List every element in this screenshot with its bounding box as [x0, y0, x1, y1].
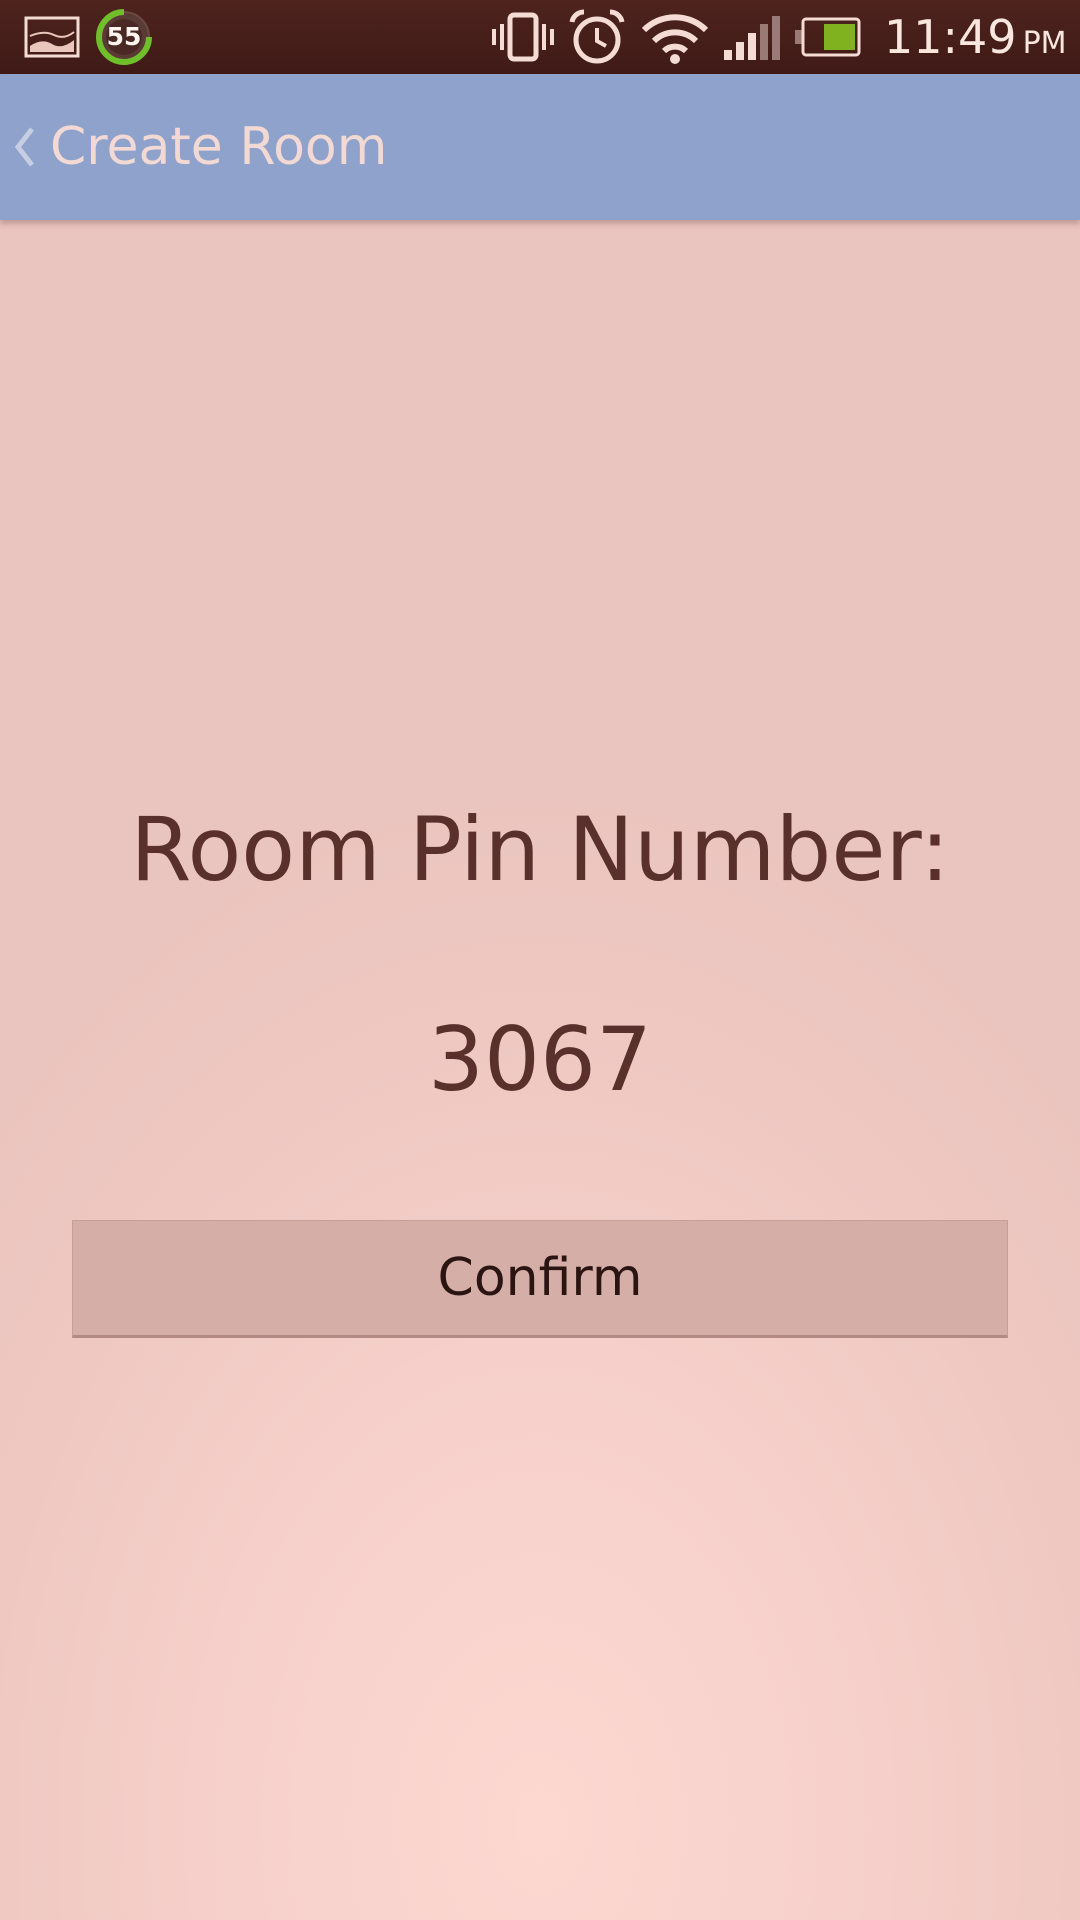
battery-icon [795, 17, 861, 57]
back-chevron-icon[interactable] [12, 126, 36, 168]
pin-value: 3067 [428, 1008, 652, 1111]
confirm-button[interactable]: Confirm [72, 1220, 1008, 1338]
clock-ampm: PM [1022, 26, 1067, 61]
gallery-icon [24, 16, 80, 58]
page-title[interactable]: Create Room [50, 74, 387, 220]
status-clock: 11:49 PM [884, 8, 1067, 66]
wifi-icon [641, 14, 709, 64]
signal-icon [724, 16, 780, 60]
status-bar: 55 11:49 PM [0, 0, 1080, 74]
action-bar: Create Room [0, 74, 1080, 220]
notification-badge-count: 55 [106, 22, 142, 51]
alarm-icon [569, 9, 625, 64]
clock-time: 11:49 [884, 10, 1017, 64]
pin-label: Room Pin Number: [130, 798, 950, 901]
vibrate-icon [492, 12, 554, 62]
